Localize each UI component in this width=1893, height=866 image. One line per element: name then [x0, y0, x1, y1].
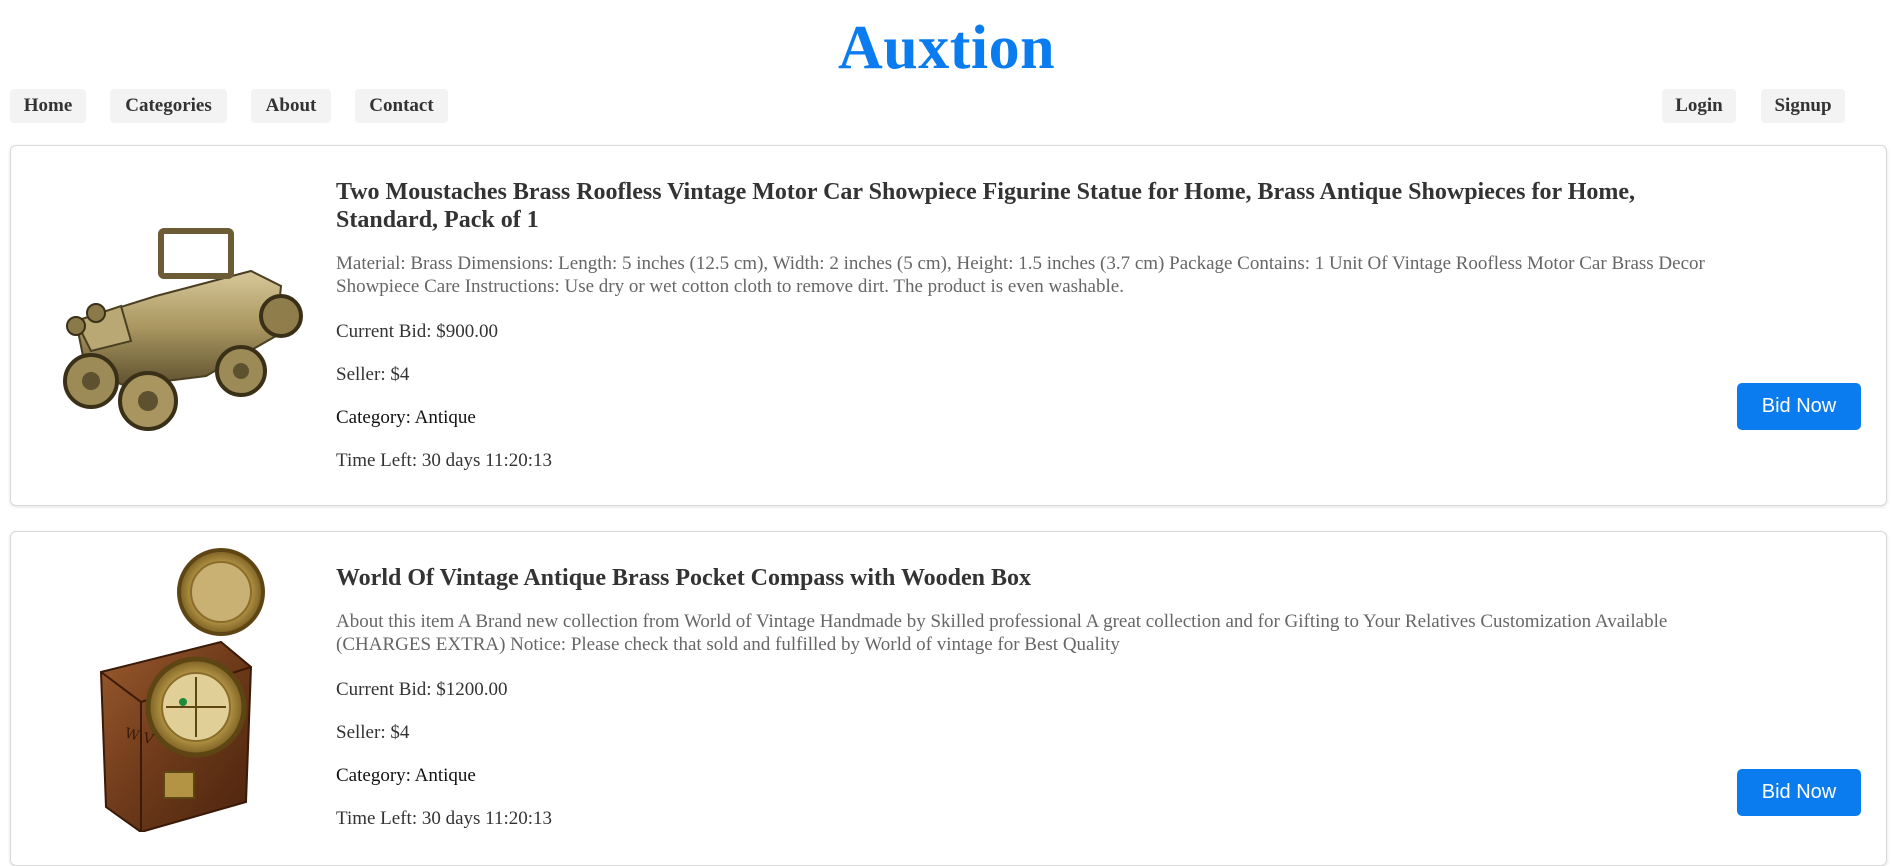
nav-about-link[interactable]: About	[251, 89, 331, 123]
listing-seller: Seller: $4	[336, 364, 410, 385]
listing-description: About this item A Brand new collection f…	[336, 611, 1668, 655]
bid-now-button[interactable]: Bid Now	[1737, 769, 1861, 816]
nav-signup-link[interactable]: Signup	[1761, 89, 1845, 123]
listing-title[interactable]: World Of Vintage Antique Brass Pocket Co…	[336, 564, 1736, 592]
listing-seller: Seller: $4	[336, 722, 410, 743]
nav-categories-link[interactable]: Categories	[110, 89, 227, 123]
listing-card: W·V World Of Vintage Antique Brass Pocke…	[10, 531, 1887, 866]
bid-now-button[interactable]: Bid Now	[1737, 383, 1861, 430]
listing-description: Material: Brass Dimensions: Length: 5 in…	[336, 253, 1705, 297]
listing-card: Two Moustaches Brass Roofless Vintage Mo…	[10, 145, 1887, 506]
brass-vintage-car-image	[36, 201, 306, 431]
nav-contact-link[interactable]: Contact	[355, 89, 448, 123]
nav-home-link[interactable]: Home	[10, 89, 86, 123]
brass-compass-box-image: W·V	[36, 542, 306, 834]
listing-current-bid: Current Bid: $900.00	[336, 321, 499, 342]
listing-category: Category: Antique	[336, 765, 476, 786]
listing-details: World Of Vintage Antique Brass Pocket Co…	[336, 564, 1736, 844]
listing-time-left: Time Left: 30 days 11:20:13	[336, 808, 553, 829]
listing-title[interactable]: Two Moustaches Brass Roofless Vintage Mo…	[336, 178, 1736, 234]
listing-details: Two Moustaches Brass Roofless Vintage Mo…	[336, 178, 1736, 478]
listing-current-bid: Current Bid: $1200.00	[336, 679, 508, 700]
listing-category: Category: Antique	[336, 407, 476, 428]
site-title: Auxtion	[837, 14, 1056, 82]
nav-login-link[interactable]: Login	[1662, 89, 1736, 123]
navbar: Home Categories About Contact Login Sign…	[0, 86, 1893, 126]
listing-time-left: Time Left: 30 days 11:20:13	[336, 450, 553, 471]
